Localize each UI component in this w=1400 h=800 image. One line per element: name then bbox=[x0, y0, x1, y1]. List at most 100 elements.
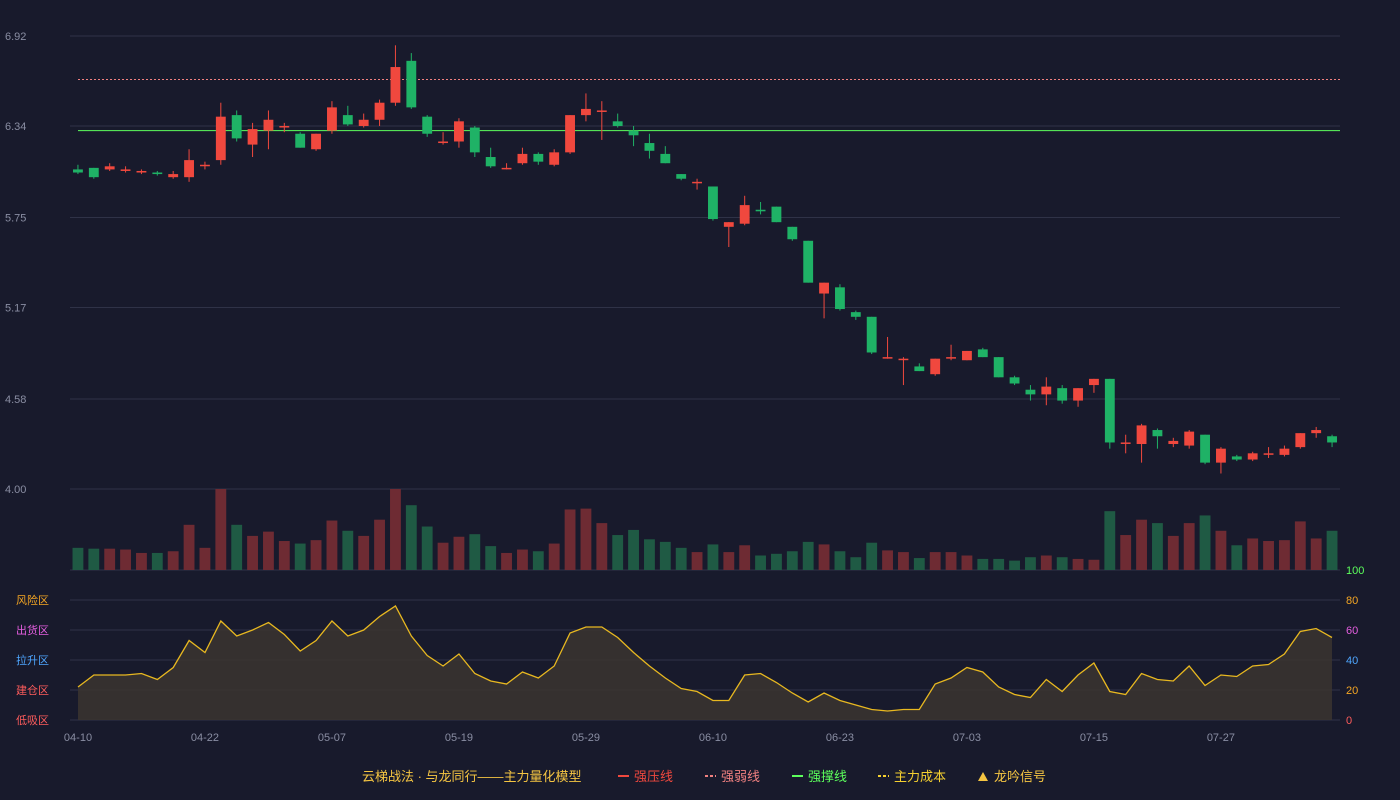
volume-bar bbox=[771, 553, 782, 570]
volume-bar bbox=[675, 547, 687, 570]
candle-body bbox=[739, 205, 750, 224]
volume-bar bbox=[866, 542, 878, 570]
candle-body bbox=[1041, 386, 1052, 395]
volume-bar bbox=[818, 544, 830, 570]
price-axis: 6.92 6.34 5.75 5.17 4.58 4.00 bbox=[5, 31, 26, 496]
volume-bar bbox=[644, 539, 655, 570]
candle-body bbox=[295, 133, 306, 148]
volume-bar bbox=[786, 551, 798, 570]
candle-body bbox=[946, 357, 956, 359]
indicator-tick-label: 80 bbox=[1346, 595, 1358, 607]
candle-body bbox=[1295, 433, 1306, 448]
volume-bar bbox=[469, 534, 481, 570]
candle-body bbox=[390, 67, 401, 103]
volume-bar bbox=[374, 519, 385, 570]
candle-body bbox=[1073, 388, 1083, 401]
candle-body bbox=[755, 209, 766, 212]
candle-body bbox=[819, 282, 829, 294]
indicator-tick-label: 60 bbox=[1346, 625, 1358, 637]
volume-bar bbox=[1279, 540, 1290, 570]
indicator-zone-label: 风险区 bbox=[16, 593, 49, 607]
candle-body bbox=[644, 143, 655, 151]
volume-bar bbox=[1167, 535, 1179, 570]
volume-bar bbox=[437, 542, 449, 570]
candle-body bbox=[327, 107, 337, 131]
candle-body bbox=[438, 141, 448, 144]
volume-bar bbox=[580, 508, 592, 570]
volume-bar bbox=[1247, 538, 1259, 570]
volume-bar bbox=[390, 489, 401, 570]
volume-bar bbox=[263, 531, 274, 570]
volume-bar bbox=[517, 549, 528, 570]
volume-bar bbox=[183, 524, 195, 570]
candle-body bbox=[565, 115, 575, 153]
candle-body bbox=[676, 174, 687, 179]
candle-body bbox=[1231, 456, 1242, 460]
candle-body bbox=[771, 206, 782, 223]
volume-bar bbox=[850, 557, 862, 570]
volume-bar bbox=[882, 550, 893, 570]
candle-body bbox=[1263, 453, 1274, 455]
volume-bar bbox=[1104, 511, 1116, 570]
date-tick-label: 05-19 bbox=[445, 732, 473, 744]
volume-bar bbox=[231, 524, 243, 570]
candle-body bbox=[898, 358, 909, 361]
legend-item-label: 龙吟信号 bbox=[994, 769, 1046, 784]
indicator-panel: 100 80 60 40 20 0 风险区出货区拉升区建仓区低吸区 bbox=[16, 565, 1364, 727]
volume-bar bbox=[88, 548, 100, 570]
candle-body bbox=[168, 174, 179, 178]
date-tick-label: 06-23 bbox=[826, 732, 854, 744]
candle-body bbox=[1168, 440, 1179, 445]
volume-bar bbox=[1152, 523, 1163, 570]
candle-body bbox=[1009, 377, 1020, 384]
volume-bar bbox=[1088, 559, 1100, 570]
candle-body bbox=[279, 125, 290, 128]
volume-bar bbox=[453, 536, 465, 570]
candle-body bbox=[1120, 442, 1131, 444]
legend-item-label: 强弱线 bbox=[721, 769, 760, 784]
candle-body bbox=[342, 115, 353, 125]
volume-bar bbox=[929, 552, 941, 570]
volume-bar bbox=[247, 535, 258, 570]
candle-body bbox=[787, 226, 798, 240]
indicator-zone-label: 建仓区 bbox=[16, 683, 49, 697]
volume-bar bbox=[945, 552, 957, 570]
volume-bar bbox=[1056, 557, 1068, 570]
candle-body bbox=[1200, 434, 1210, 463]
candle-body bbox=[247, 129, 258, 145]
volume-bar bbox=[326, 520, 338, 570]
volume-bar bbox=[1183, 523, 1195, 570]
volume-bar bbox=[612, 535, 624, 570]
candle-body bbox=[1311, 430, 1322, 434]
date-tick-label: 07-27 bbox=[1207, 732, 1235, 744]
candle-body bbox=[469, 127, 480, 153]
candle-body bbox=[374, 102, 385, 120]
volume-bar bbox=[167, 551, 179, 570]
volume-bar bbox=[532, 551, 544, 570]
volume-bar bbox=[104, 548, 116, 570]
volume-bar bbox=[1009, 560, 1020, 570]
volume-bar bbox=[1136, 519, 1147, 570]
candle-body bbox=[358, 119, 369, 126]
candle-body bbox=[422, 116, 433, 134]
volume-bar bbox=[501, 552, 512, 570]
candle-body bbox=[596, 110, 607, 112]
volume-bar bbox=[993, 558, 1005, 570]
volume-bar bbox=[136, 552, 147, 570]
date-axis: 04-10 04-22 05-07 05-19 05-29 06-10 06-23 07-03… bbox=[64, 732, 1235, 744]
candle-body bbox=[104, 166, 115, 170]
price-tick-label: 6.92 bbox=[5, 31, 26, 43]
volume-bar bbox=[1040, 555, 1052, 570]
date-tick-label: 06-10 bbox=[699, 732, 727, 744]
volume-bar bbox=[120, 549, 131, 570]
candle-body bbox=[136, 170, 147, 173]
candle-body bbox=[184, 160, 194, 178]
price-grid bbox=[70, 35, 1340, 490]
legend-item-label: 强撑线 bbox=[808, 769, 847, 784]
candle-body bbox=[73, 169, 83, 173]
candle-body bbox=[866, 316, 877, 353]
volume-bar bbox=[1072, 558, 1084, 570]
candle-body bbox=[215, 116, 226, 161]
candle-body bbox=[501, 167, 512, 170]
volume-bar bbox=[405, 505, 417, 570]
